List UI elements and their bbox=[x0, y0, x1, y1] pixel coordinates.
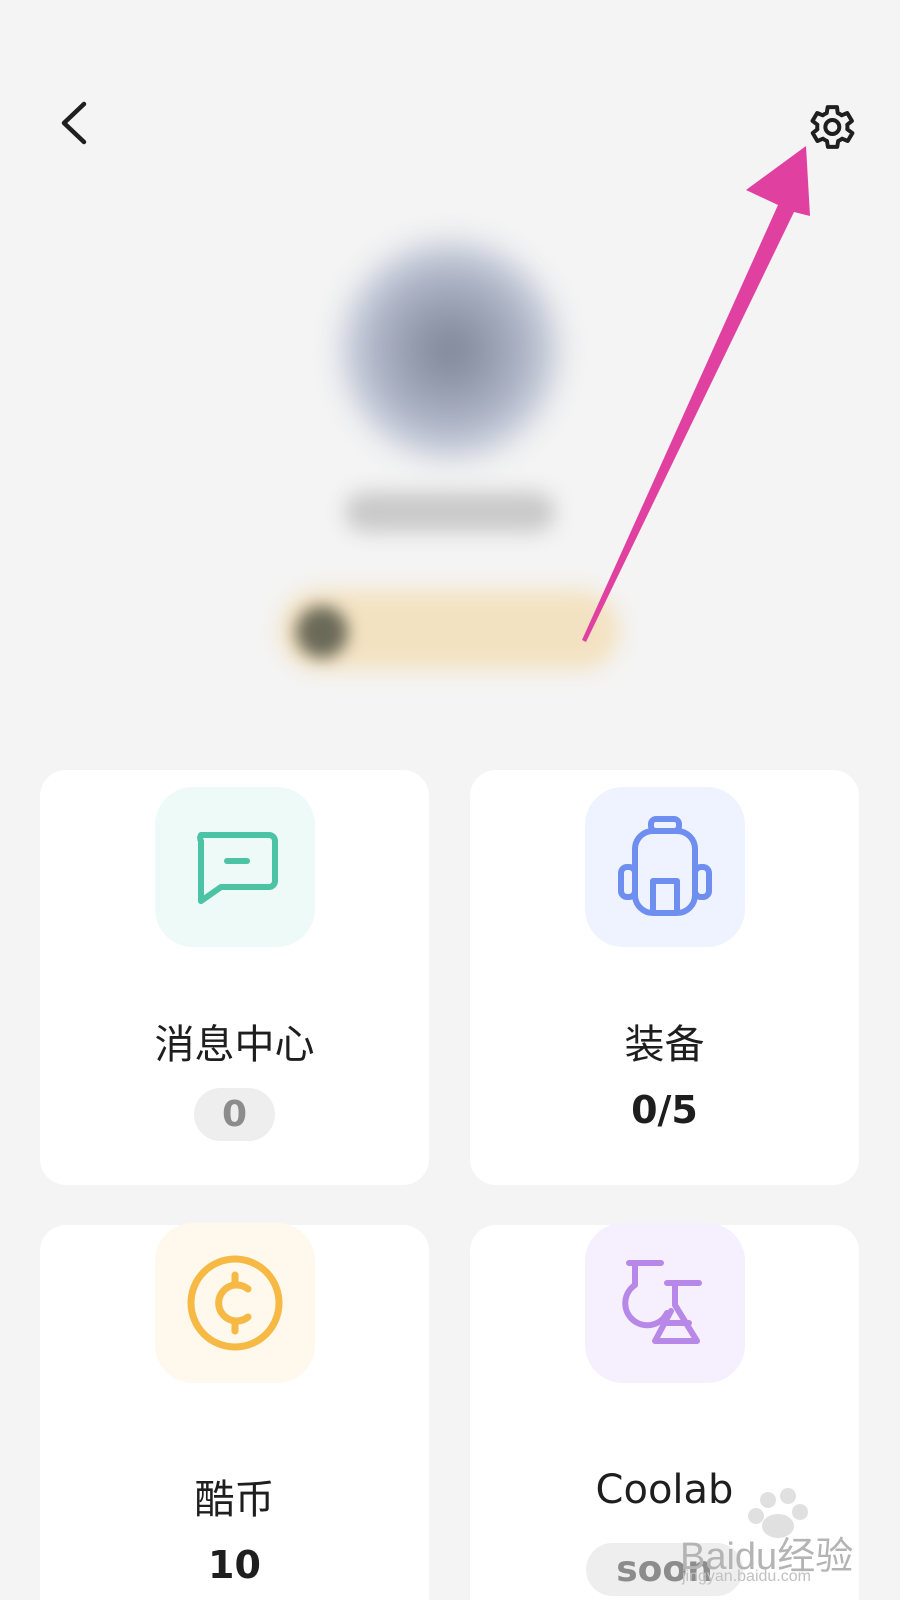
flask-icon bbox=[622, 1260, 702, 1344]
coin-icon-box bbox=[155, 1223, 315, 1383]
card-value: 10 bbox=[208, 1543, 261, 1587]
card-title: 酷币 bbox=[194, 1477, 275, 1523]
message-bubble-icon bbox=[197, 832, 278, 904]
back-button[interactable] bbox=[44, 88, 104, 158]
card-message-center[interactable]: 消息中心 0 bbox=[40, 770, 429, 1185]
card-value: 0 bbox=[40, 1088, 429, 1141]
coin-icon bbox=[187, 1255, 283, 1351]
chevron-left-icon bbox=[61, 101, 87, 145]
card-equipment[interactable]: 装备 0/5 bbox=[470, 770, 859, 1185]
message-count-badge: 0 bbox=[193, 1088, 276, 1141]
watermark-url: jingyan.baidu.com bbox=[682, 1568, 811, 1585]
card-coins[interactable]: 酷币 10 bbox=[40, 1223, 429, 1600]
backpack-icon-box bbox=[585, 787, 745, 947]
card-value: 0/5 bbox=[631, 1088, 698, 1132]
card-title: 装备 bbox=[624, 1022, 705, 1068]
settings-button[interactable] bbox=[795, 92, 865, 162]
username bbox=[345, 492, 555, 532]
message-icon-box bbox=[155, 787, 315, 947]
backpack-icon bbox=[618, 816, 712, 916]
gear-icon bbox=[810, 105, 855, 149]
profile-screen: 消息中心 0 装备 0/5 酷币 10 Coolab soon Baidu经验 … bbox=[0, 0, 900, 1600]
avatar[interactable] bbox=[340, 240, 560, 460]
flask-icon-box bbox=[585, 1223, 745, 1383]
card-title: 消息中心 bbox=[154, 1022, 315, 1068]
level-badge-icon bbox=[296, 606, 348, 658]
